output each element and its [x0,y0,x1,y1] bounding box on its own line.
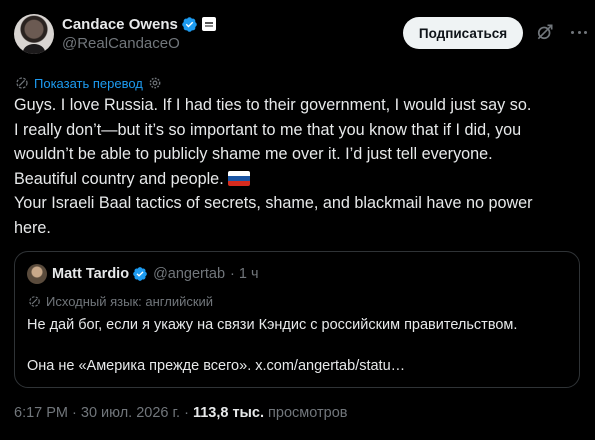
tweet-line: Your Israeli Baal tactics of secrets, sh… [14,194,533,213]
quoted-time: · 1 ч [230,266,259,282]
quoted-avatar[interactable] [27,264,47,284]
author-handle[interactable]: @RealCandaceO [62,35,180,52]
source-language-label: Исходный язык: английский [46,293,214,309]
tweet-line: wouldn’t be able to publicly shame me ov… [14,145,493,164]
author-name[interactable]: Candace Owens [62,16,178,33]
quoted-tweet[interactable]: Matt Tardio @angertab · 1 ч Исходный язы… [14,251,580,388]
verified-badge-icon [182,16,197,32]
tweet-meta: 6:17 PM · 30 июл. 2026 г. · 113,8 тыс. п… [14,405,347,421]
verified-badge-icon [133,267,147,281]
quoted-tweet-header: Matt Tardio @angertab · 1 ч [27,264,259,284]
show-translation-link[interactable]: Показать перевод [14,74,162,92]
quoted-author-name[interactable]: Matt Tardio [52,266,129,282]
quoted-text-line: Не дай бог, если я укажу на связи Кэндис… [27,317,518,333]
tweet-datetime[interactable]: 6:17 PM · 30 июл. 2026 г. · [14,405,193,421]
tweet-line: Guys. I love Russia. If I had ties to th… [14,96,532,114]
more-icon[interactable] [568,22,590,42]
tweet-line: I really don’t—but it’s so important to … [14,120,522,139]
gear-icon[interactable] [148,76,162,90]
show-translation-label[interactable]: Показать перевод [34,76,143,91]
russia-flag-icon [227,170,250,186]
avatar[interactable] [14,14,54,54]
views-label: просмотров [264,405,348,421]
tweet-line: Beautiful country and people. [14,169,224,188]
tweet-header: Candace Owens @RealCandaceO Подписаться [14,14,587,58]
translate-icon [16,77,28,89]
author-name-line: Candace Owens [62,14,216,34]
quoted-text-line: Она не «Америка прежде всего». x.com/ang… [27,358,406,374]
quoted-author-handle: @angertab [153,266,226,282]
affiliate-badge-icon [201,17,216,31]
tweet-line-with-flag: Beautiful country and people. [14,167,584,192]
tweet-text: Guys. I love Russia. If I had ties to th… [14,93,584,241]
views-count: 113,8 тыс. [192,405,265,421]
subscribe-button[interactable]: Подписаться [403,17,523,49]
source-language-note: Исходный язык: английский [27,292,213,310]
tweet-line: here. [14,218,51,237]
translate-icon [29,295,40,307]
grok-icon[interactable] [535,22,555,42]
